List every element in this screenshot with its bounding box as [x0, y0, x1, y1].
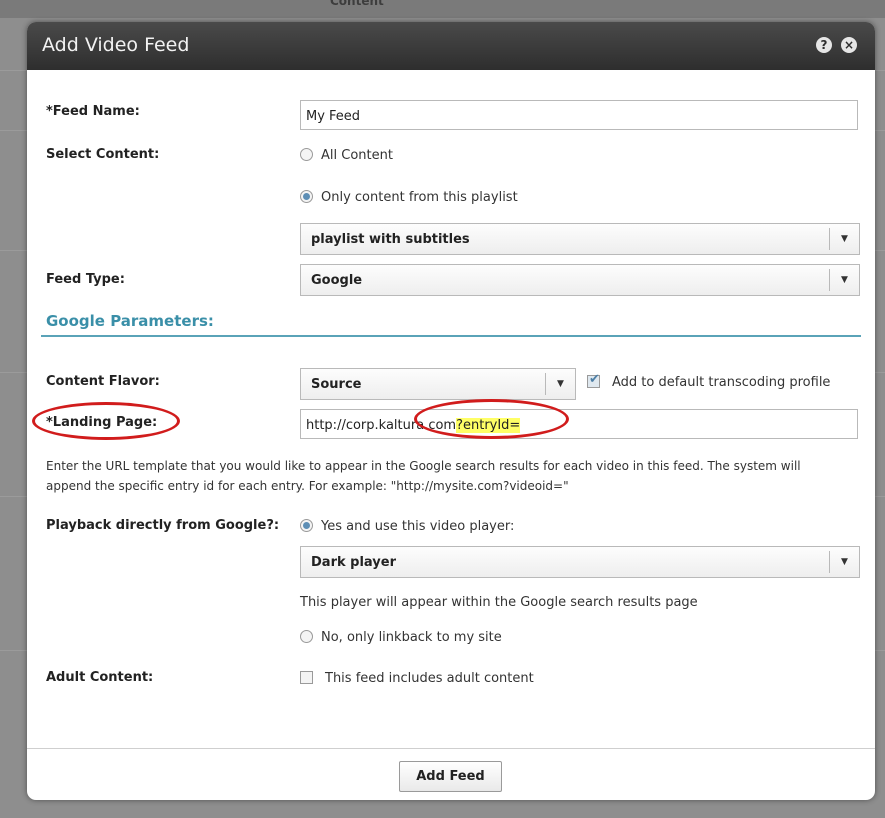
- all-content-radio-row[interactable]: All Content: [300, 148, 393, 163]
- adult-content-label: Adult Content:: [46, 670, 154, 685]
- chevron-down-icon[interactable]: ▼: [829, 551, 859, 573]
- landing-page-input[interactable]: http://corp.kaltura.com?entryId=: [300, 409, 858, 439]
- footer-divider: [27, 748, 875, 749]
- content-flavor-label: Content Flavor:: [46, 374, 160, 389]
- playback-yes-radio-row[interactable]: Yes and use this video player:: [300, 519, 514, 534]
- default-transcoding-label: Add to default transcoding profile: [612, 375, 831, 390]
- playback-yes-label: Yes and use this video player:: [321, 519, 515, 534]
- landing-page-help-text: Enter the URL template that you would li…: [46, 459, 801, 493]
- adult-content-checkbox[interactable]: [300, 671, 313, 684]
- background-table-header: Content: [0, 0, 885, 18]
- content-flavor-select-value: Source: [311, 377, 362, 392]
- chevron-down-icon[interactable]: ▼: [829, 228, 859, 250]
- help-icon[interactable]: ?: [816, 37, 832, 53]
- all-content-label: All Content: [321, 148, 393, 163]
- all-content-radio[interactable]: [300, 148, 313, 161]
- dialog-title-bar[interactable]: Add Video Feed ? ×: [27, 22, 875, 70]
- playlist-content-label: Only content from this playlist: [321, 190, 518, 205]
- feed-name-label: *Feed Name:: [46, 104, 140, 119]
- playlist-content-radio-row[interactable]: Only content from this playlist: [300, 190, 518, 205]
- chevron-down-icon[interactable]: ▼: [829, 269, 859, 291]
- google-parameters-heading: Google Parameters:: [46, 312, 214, 330]
- chevron-down-icon[interactable]: ▼: [545, 373, 575, 395]
- select-content-label: Select Content:: [46, 147, 160, 162]
- player-select[interactable]: Dark player ▼: [300, 546, 860, 578]
- playback-no-radio[interactable]: [300, 630, 313, 643]
- annotation-oval-label: [32, 402, 180, 440]
- default-transcoding-checkbox[interactable]: [587, 372, 600, 388]
- default-transcoding-checkbox-row[interactable]: Add to default transcoding profile: [587, 372, 831, 390]
- playlist-select-value: playlist with subtitles: [311, 232, 470, 247]
- annotation-oval-url: [414, 399, 569, 439]
- feed-type-select-value: Google: [311, 273, 363, 288]
- playlist-content-radio[interactable]: [300, 190, 313, 203]
- feed-type-select[interactable]: Google ▼: [300, 264, 860, 296]
- feed-name-input[interactable]: My Feed: [300, 100, 858, 130]
- feed-type-label: Feed Type:: [46, 272, 125, 287]
- playback-no-radio-row[interactable]: No, only linkback to my site: [300, 630, 502, 645]
- add-video-feed-dialog: Add Video Feed ? × *Feed Name: My Feed S…: [27, 22, 875, 800]
- adult-content-checkbox-label: This feed includes adult content: [325, 671, 534, 686]
- add-feed-button[interactable]: Add Feed: [399, 761, 502, 792]
- playlist-select[interactable]: playlist with subtitles ▼: [300, 223, 860, 255]
- playback-no-label: No, only linkback to my site: [321, 630, 502, 645]
- close-icon[interactable]: ×: [841, 37, 857, 53]
- content-flavor-select[interactable]: Source ▼: [300, 368, 576, 400]
- section-divider: [41, 335, 861, 337]
- player-select-value: Dark player: [311, 555, 396, 570]
- dialog-title: Add Video Feed: [42, 34, 190, 56]
- playback-label: Playback directly from Google?:: [46, 518, 280, 533]
- playback-yes-radio[interactable]: [300, 519, 313, 532]
- background-column-label: Content: [330, 0, 384, 8]
- player-note: This player will appear within the Googl…: [300, 595, 698, 610]
- adult-content-checkbox-row[interactable]: This feed includes adult content: [300, 671, 534, 686]
